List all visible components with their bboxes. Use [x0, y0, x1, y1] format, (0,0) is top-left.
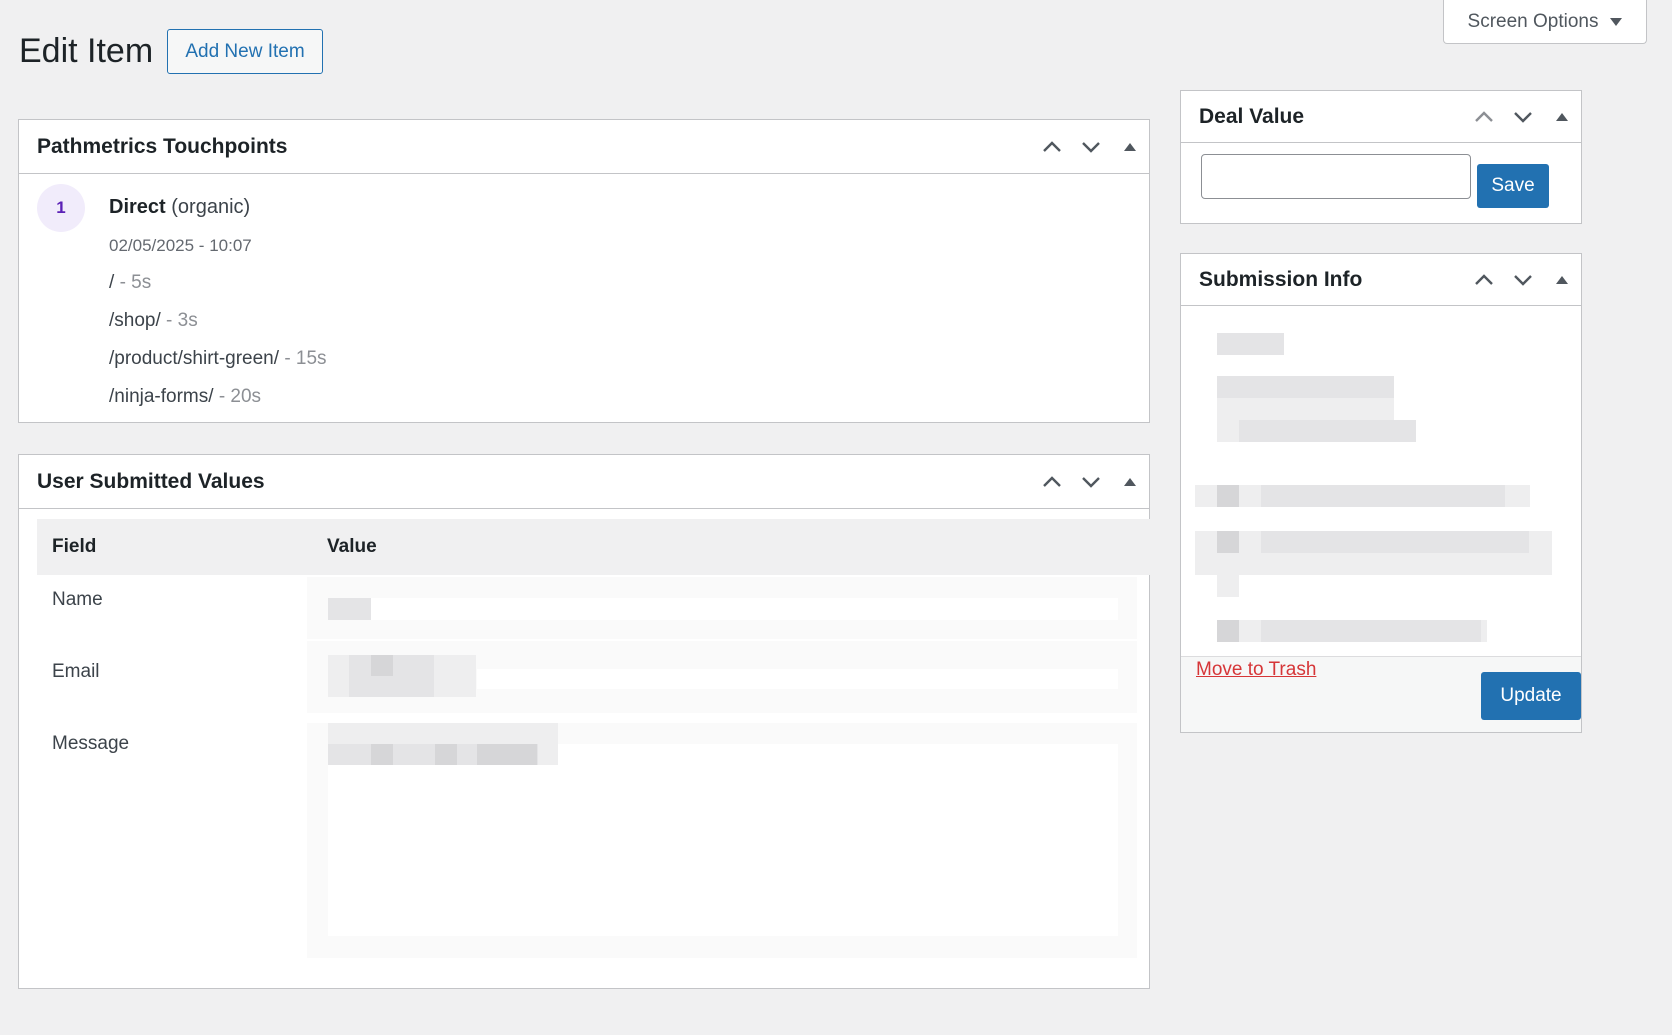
deal-value-header: Deal Value [1181, 91, 1581, 143]
name-value-field[interactable] [307, 577, 1137, 639]
submission-info-header: Submission Info [1181, 254, 1581, 306]
message-value-field[interactable] [307, 723, 1137, 958]
box-controls [1464, 91, 1581, 142]
field-label-name: Name [52, 589, 103, 610]
chevron-up-icon[interactable] [1032, 120, 1071, 174]
touchpoints-title: Pathmetrics Touchpoints [37, 134, 288, 158]
path-duration: - 5s [119, 272, 152, 293]
toggle-triangle-icon[interactable] [1110, 455, 1149, 509]
path-item: /shop/ - 3s [109, 310, 198, 332]
path-item: /ninja-forms/ - 20s [109, 386, 261, 408]
screen-options-label: Screen Options [1467, 10, 1599, 32]
submission-info-title: Submission Info [1199, 267, 1363, 291]
source-type: (organic) [171, 196, 251, 218]
chevron-down-icon[interactable] [1503, 253, 1542, 307]
box-controls [1032, 455, 1149, 508]
chevron-up-icon[interactable] [1464, 90, 1503, 144]
submission-info-box: Submission Info Move to Trash Update [1180, 253, 1582, 733]
box-controls [1032, 120, 1149, 173]
add-new-item-button[interactable]: Add New Item [167, 29, 323, 74]
chevron-up-icon[interactable] [1464, 253, 1503, 307]
chevron-down-icon[interactable] [1071, 455, 1110, 509]
table-header-row: Field Value [37, 519, 1179, 575]
toggle-triangle-icon[interactable] [1542, 253, 1581, 307]
submitted-values-box: User Submitted Values Field Value Name E… [18, 454, 1179, 989]
update-button[interactable]: Update [1481, 672, 1581, 720]
toggle-triangle-icon[interactable] [1542, 90, 1581, 144]
touchpoint-number-badge: 1 [37, 184, 85, 232]
deal-value-title: Deal Value [1199, 104, 1305, 128]
touchpoint-datetime: 02/05/2025 - 10:07 [109, 236, 252, 255]
box-controls [1464, 254, 1581, 305]
screen-options-button[interactable]: Screen Options [1443, 0, 1647, 44]
field-label-email: Email [52, 661, 100, 682]
path-duration: - 20s [218, 386, 262, 407]
move-to-trash-link[interactable]: Move to Trash [1196, 659, 1316, 681]
path-url: /ninja-forms/ [109, 386, 214, 407]
save-button[interactable]: Save [1477, 164, 1549, 208]
path-item: /product/shirt-green/ - 15s [109, 348, 327, 370]
chevron-down-icon[interactable] [1503, 90, 1542, 144]
path-duration: - 3s [166, 310, 198, 331]
source-name: Direct [109, 196, 166, 218]
path-duration: - 15s [284, 348, 327, 369]
deal-value-input[interactable] [1201, 154, 1471, 199]
path-item: / - 5s [109, 272, 151, 294]
touchpoints-header: Pathmetrics Touchpoints [19, 120, 1149, 174]
field-label-message: Message [52, 733, 130, 754]
submitted-values-header: User Submitted Values [19, 455, 1149, 509]
chevron-up-icon[interactable] [1032, 455, 1071, 509]
submitted-values-title: User Submitted Values [37, 469, 265, 493]
touchpoints-body: 1 Direct (organic) 02/05/2025 - 10:07 / … [19, 174, 1149, 434]
toggle-triangle-icon[interactable] [1110, 120, 1149, 174]
path-url: / [109, 272, 115, 293]
path-url: /shop/ [109, 310, 161, 331]
page-title: Edit Item [19, 32, 154, 70]
touchpoint-source: Direct (organic) [109, 196, 250, 219]
chevron-down-icon[interactable] [1071, 120, 1110, 174]
caret-down-icon [1610, 17, 1623, 26]
email-value-field[interactable] [307, 641, 1137, 713]
touchpoints-box: Pathmetrics Touchpoints 1 Direct (organi… [18, 119, 1150, 423]
column-header-field: Field [52, 536, 97, 557]
path-url: /product/shirt-green/ [109, 348, 280, 369]
column-header-value: Value [327, 536, 377, 557]
deal-value-box: Deal Value Save [1180, 90, 1582, 224]
